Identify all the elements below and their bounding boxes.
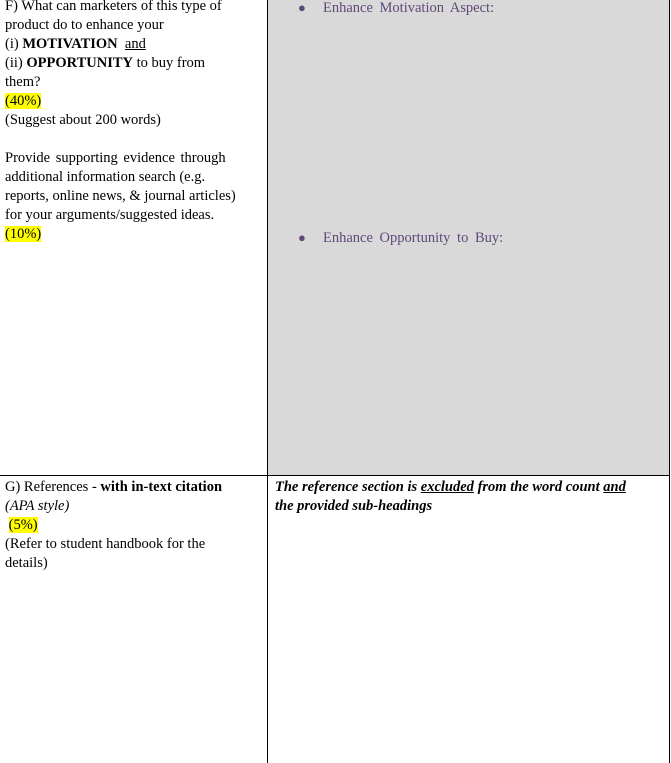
assignment-table: F) What can marketers of this type of pr…: [0, 0, 671, 763]
note-text: from the word count: [473, 479, 604, 495]
handbook-note: details): [5, 555, 48, 571]
opportunity-keyword: OPPORTUNITY: [26, 55, 133, 71]
bullet-label: Enhance Opportunity to Buy:: [323, 230, 504, 246]
question-motivation-line: (i) MOTIVATION and: [5, 35, 261, 54]
weight-badge-5: (5%): [8, 517, 38, 533]
section-f-question-cell: F) What can marketers of this type of pr…: [0, 0, 267, 475]
bullet-icon: ●: [298, 0, 306, 15]
question-suffix: to buy from: [132, 55, 206, 71]
note-excluded: excluded: [420, 479, 474, 495]
weight-line: (40%): [5, 92, 261, 111]
question-line: F) What can marketers of this type of: [5, 0, 222, 14]
bullet-icon: ●: [298, 230, 306, 245]
weight-badge-10: (10%): [5, 226, 42, 242]
section-g-question-cell: G) References - with in-text citation (A…: [0, 475, 267, 763]
list-marker-i: (i): [5, 36, 23, 52]
reference-note-line: The reference section is excluded from t…: [275, 478, 665, 497]
reference-note-line: the provided sub-headings: [275, 498, 433, 514]
references-title-bold: with in-text citation: [100, 479, 223, 495]
note-text: The reference section is: [275, 479, 421, 495]
question-opportunity-line: (ii) OPPORTUNITY to buy from: [5, 54, 261, 73]
note-and: and: [603, 479, 626, 495]
question-line: them?: [5, 74, 41, 90]
bullet-item-motivation: ● Enhance Motivation Aspect:: [298, 0, 494, 18]
weight-line: (10%): [5, 225, 261, 244]
evidence-line: Provide supporting evidence through: [5, 150, 226, 166]
handbook-note: (Refer to student handbook for the: [5, 536, 206, 552]
bullet-label: Enhance Motivation Aspect:: [323, 0, 495, 16]
motivation-keyword: MOTIVATION: [22, 36, 118, 52]
evidence-line: reports, online news, & journal articles…: [5, 188, 236, 204]
word-suggestion: (Suggest about 200 words): [5, 112, 161, 128]
evidence-line: additional information search (e.g.: [5, 169, 206, 185]
section-f-answer-cell[interactable]: ● Enhance Motivation Aspect: ● Enhance Opp…: [267, 0, 670, 475]
list-marker-ii: (ii): [5, 55, 27, 71]
weight-badge-40: (40%): [5, 93, 42, 109]
and-underlined: and: [124, 36, 146, 52]
references-title: G) References - with in-text citation: [5, 478, 261, 497]
section-g-answer-cell[interactable]: The reference section is excluded from t…: [267, 475, 670, 763]
question-line: product do to enhance your: [5, 17, 164, 33]
evidence-line: for your arguments/suggested ideas.: [5, 207, 215, 223]
weight-line: (5%): [5, 516, 261, 535]
apa-style-note: (APA style): [5, 498, 70, 514]
bullet-item-opportunity: ● Enhance Opportunity to Buy:: [298, 228, 503, 248]
references-title-prefix: G) References -: [5, 479, 101, 495]
